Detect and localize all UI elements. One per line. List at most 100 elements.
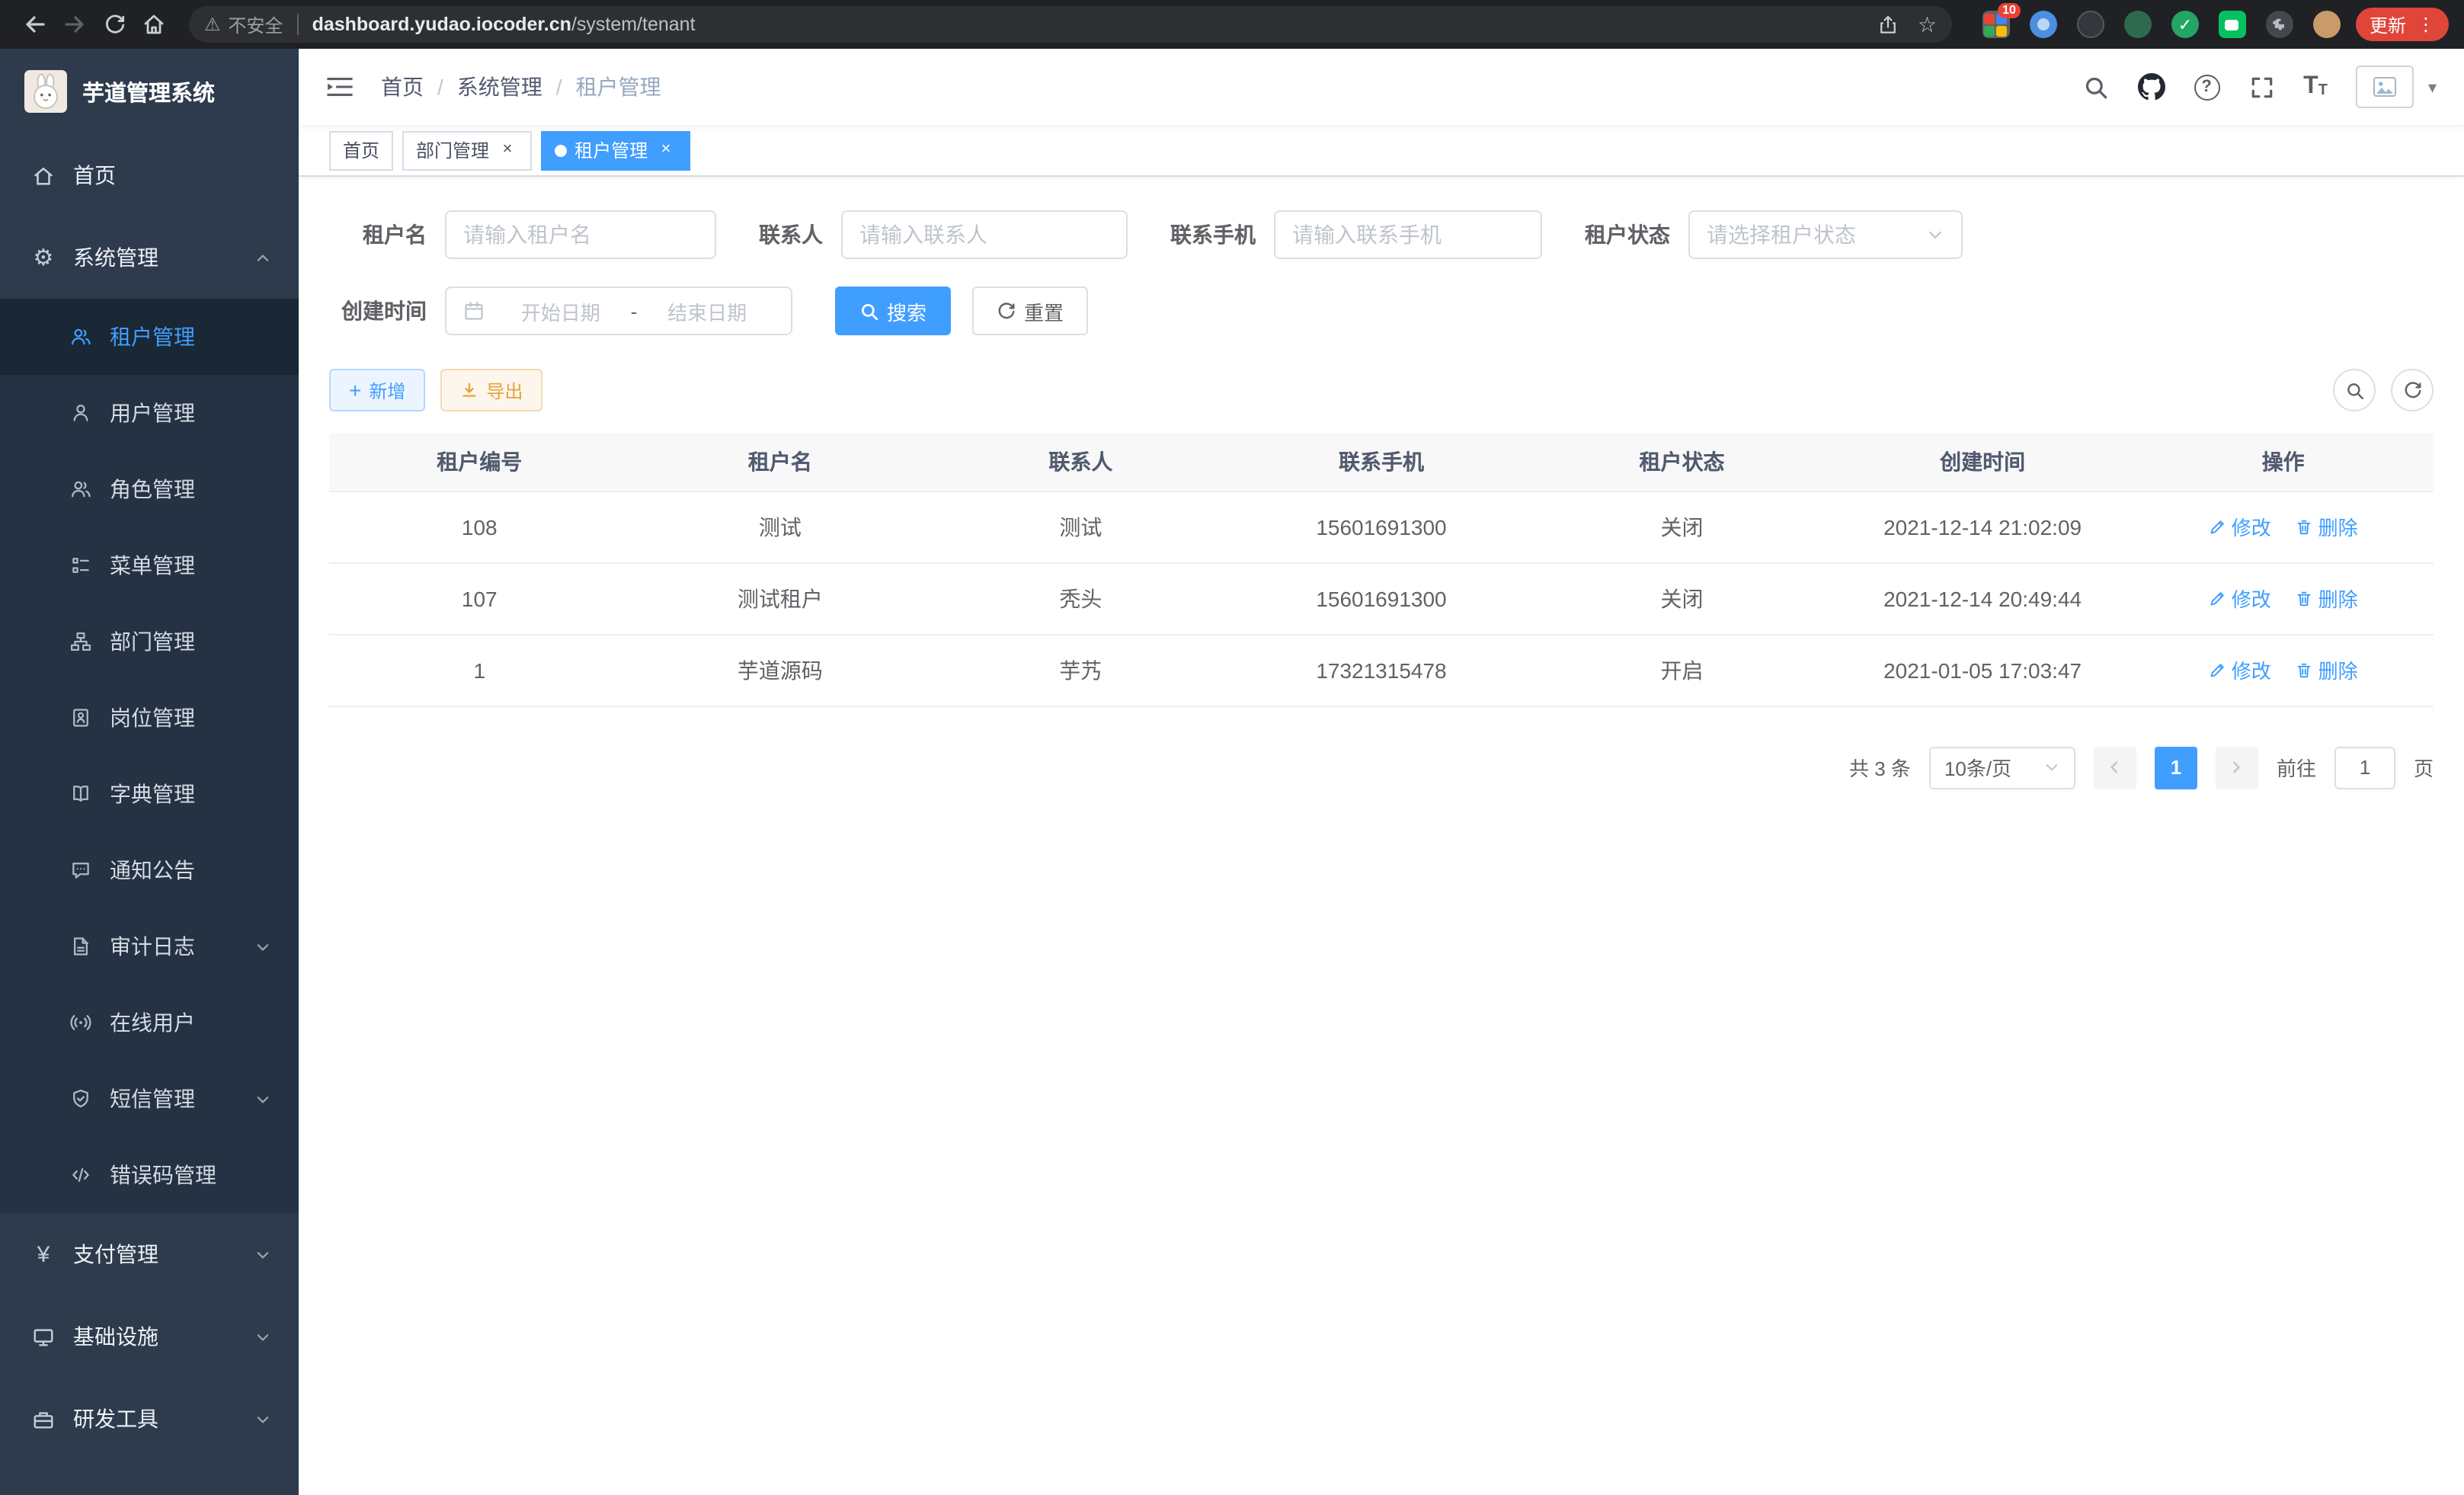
reload-button[interactable] — [94, 5, 134, 44]
sidebar-item-tenant-management[interactable]: 租户管理 — [0, 299, 299, 375]
toggle-search-button[interactable] — [2333, 369, 2376, 411]
monitor-icon — [30, 1325, 56, 1348]
date-range-picker[interactable]: 开始日期 - 结束日期 — [445, 287, 792, 335]
id-badge-icon — [67, 707, 93, 728]
edit-button[interactable]: 修改 — [2209, 584, 2271, 613]
code-icon — [67, 1164, 93, 1186]
extension-icon-dark[interactable] — [2077, 11, 2104, 38]
next-page-button[interactable] — [2216, 746, 2258, 789]
delete-button[interactable]: 删除 — [2296, 584, 2358, 613]
chevron-down-icon — [254, 1410, 271, 1427]
prev-page-button[interactable] — [2094, 746, 2136, 789]
cell-created: 2021-12-14 21:02:09 — [1832, 491, 2133, 562]
security-label: 不安全 — [229, 11, 283, 37]
page-size-select[interactable]: 10条/页 — [1929, 746, 2075, 789]
chevron-down-icon — [254, 1328, 271, 1345]
address-bar[interactable]: ⚠ 不安全 dashboard.yudao.iocoder.cn/system/… — [189, 6, 1952, 43]
extension-icon-grid[interactable]: 10 — [1982, 11, 2010, 38]
sidebar-item-position-management[interactable]: 岗位管理 — [0, 680, 299, 756]
logo[interactable]: 芋道管理系统 — [0, 49, 299, 134]
github-icon[interactable] — [2137, 73, 2165, 101]
search-button-label: 搜索 — [887, 296, 926, 325]
book-icon — [67, 783, 93, 805]
sidebar-item-dev-tools[interactable]: 研发工具 — [0, 1378, 299, 1460]
profile-avatar[interactable] — [2313, 11, 2341, 38]
caret-down-icon[interactable]: ▾ — [2428, 77, 2437, 97]
system-submenu: 租户管理 用户管理 角色管理 — [0, 299, 299, 1213]
sidebar-item-notice-announcement[interactable]: 通知公告 — [0, 832, 299, 908]
goto-page-input[interactable] — [2334, 746, 2395, 789]
chevron-left-icon — [2107, 759, 2123, 776]
sidebar-item-online-users[interactable]: 在线用户 — [0, 984, 299, 1061]
bookmark-star-icon[interactable]: ☆ — [1918, 14, 1937, 35]
refresh-table-button[interactable] — [2391, 369, 2434, 411]
edit-button[interactable]: 修改 — [2209, 655, 2271, 684]
tab-tenant-management[interactable]: 租户管理 × — [541, 130, 690, 170]
table-row: 1 芋道源码 芋艿 17321315478 开启 2021-01-05 17:0… — [329, 634, 2434, 706]
url-path: /system/tenant — [571, 14, 696, 35]
tenant-name-input[interactable] — [463, 222, 698, 247]
export-button[interactable]: 导出 — [440, 369, 542, 411]
sidebar-item-audit-log[interactable]: 审计日志 — [0, 908, 299, 984]
kebab-menu-icon[interactable]: ⋮ — [2417, 15, 2435, 34]
close-icon[interactable]: × — [655, 139, 677, 161]
breadcrumb-item-system[interactable]: 系统管理 — [457, 72, 542, 102]
share-icon[interactable] — [1878, 13, 1899, 36]
forward-button[interactable] — [55, 5, 94, 44]
pencil-icon — [2209, 661, 2227, 679]
tab-home[interactable]: 首页 — [329, 130, 393, 170]
yen-icon: ¥ — [30, 1243, 56, 1266]
column-header-created: 创建时间 — [1832, 433, 2133, 491]
extensions-puzzle-icon[interactable] — [2266, 11, 2293, 38]
contact-input[interactable] — [859, 222, 1109, 247]
sidebar-item-dictionary-management[interactable]: 字典管理 — [0, 756, 299, 832]
edit-button[interactable]: 修改 — [2209, 512, 2271, 541]
back-button[interactable] — [15, 5, 55, 44]
sidebar-item-menu-management[interactable]: 菜单管理 — [0, 527, 299, 603]
sidebar-item-role-management[interactable]: 角色管理 — [0, 451, 299, 527]
sidebar-item-user-management[interactable]: 用户管理 — [0, 375, 299, 451]
add-button[interactable]: + 新增 — [329, 369, 425, 411]
tab-label: 部门管理 — [416, 137, 489, 163]
table-toolbar: + 新增 导出 — [329, 369, 2434, 411]
delete-button[interactable]: 删除 — [2296, 512, 2358, 541]
calendar-icon — [463, 300, 485, 322]
sidebar-item-infrastructure[interactable]: 基础设施 — [0, 1295, 299, 1378]
breadcrumb-item-home[interactable]: 首页 — [381, 72, 424, 102]
sidebar-item-department-management[interactable]: 部门管理 — [0, 603, 299, 680]
goto-label: 前往 — [2277, 753, 2316, 782]
sidebar-item-payment-management[interactable]: ¥ 支付管理 — [0, 1213, 299, 1295]
update-button[interactable]: 更新 ⋮ — [2356, 8, 2449, 41]
close-icon[interactable]: × — [497, 139, 518, 161]
sidebar-item-sms-management[interactable]: 短信管理 — [0, 1061, 299, 1137]
search-button[interactable]: 搜索 — [835, 287, 951, 335]
sidebar-item-label: 在线用户 — [110, 1007, 195, 1038]
tree-list-icon — [67, 555, 93, 576]
cell-tenant-name: 芋道源码 — [630, 634, 931, 706]
help-icon[interactable]: ? — [2194, 74, 2219, 100]
search-icon[interactable] — [2082, 74, 2108, 100]
extension-icon-blue[interactable] — [2030, 11, 2057, 38]
phone-input[interactable] — [1292, 222, 1524, 247]
sidebar-collapse-icon[interactable] — [320, 69, 360, 105]
delete-button[interactable]: 删除 — [2296, 655, 2358, 684]
user-avatar[interactable] — [2357, 66, 2414, 108]
page-number-button[interactable]: 1 — [2155, 746, 2197, 789]
extension-icon-green-check[interactable]: ✓ — [2171, 11, 2199, 38]
sidebar-item-home[interactable]: 首页 — [0, 134, 299, 216]
extension-icon-green-dark[interactable] — [2124, 11, 2152, 38]
url-text: dashboard.yudao.iocoder.cn/system/tenant — [312, 14, 1866, 35]
reset-button[interactable]: 重置 — [972, 287, 1088, 335]
font-size-icon[interactable]: TT — [2303, 75, 2328, 99]
sidebar-item-error-code-management[interactable]: 错误码管理 — [0, 1137, 299, 1213]
reset-button-label: 重置 — [1024, 296, 1064, 325]
status-select[interactable]: 请选择租户状态 — [1688, 210, 1963, 259]
fullscreen-icon[interactable] — [2248, 74, 2274, 100]
sidebar-item-label: 字典管理 — [110, 779, 195, 809]
cell-tenant-id: 1 — [329, 634, 630, 706]
sidebar-item-system-management[interactable]: ⚙ 系统管理 — [0, 216, 299, 299]
tab-department-management[interactable]: 部门管理 × — [402, 130, 532, 170]
extension-icon-wechat[interactable] — [2219, 11, 2246, 38]
home-button[interactable] — [134, 5, 174, 44]
security-indicator[interactable]: ⚠ 不安全 — [204, 11, 283, 37]
